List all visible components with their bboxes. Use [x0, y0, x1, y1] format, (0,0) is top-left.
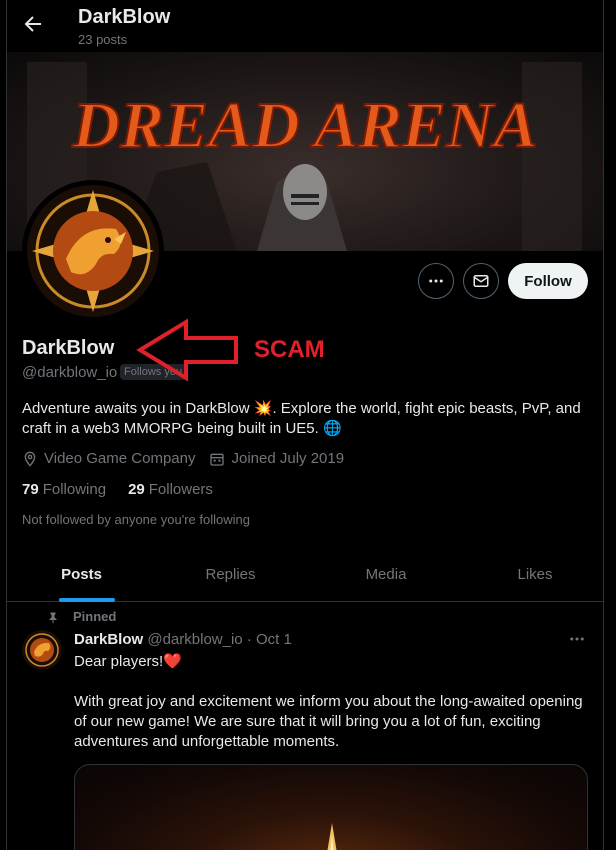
back-arrow-icon[interactable]: [21, 12, 45, 36]
envelope-icon: [473, 275, 489, 287]
dragon-logo-icon: [22, 630, 62, 670]
profile-avatar[interactable]: [22, 180, 164, 322]
joined-item: Joined July 2019: [209, 450, 344, 467]
not-followed-note: Not followed by anyone you're following: [22, 512, 250, 527]
tab-posts[interactable]: Posts: [7, 548, 156, 601]
more-options-button[interactable]: [418, 263, 454, 299]
profile-name: DarkBlow: [22, 337, 115, 359]
post-handle-date: @darkblow_io · Oct 1: [147, 631, 292, 648]
profile-meta: Video Game Company Joined July 2019: [22, 450, 358, 467]
post-more-button[interactable]: [568, 630, 586, 653]
profile-header: DarkBlow 23 posts: [7, 0, 603, 52]
profile-handle: @darkblow_io: [22, 364, 118, 381]
tab-media[interactable]: Media: [305, 548, 467, 601]
scam-annotation: SCAM: [254, 336, 325, 363]
location-pin-icon: [24, 451, 36, 467]
follow-button[interactable]: Follow: [508, 263, 588, 299]
dragon-logo-icon: [27, 185, 159, 317]
header-title: DarkBlow: [78, 6, 171, 28]
pinned-label-row: Pinned: [47, 609, 116, 624]
post-header: DarkBlow @darkblow_io · Oct 1: [74, 631, 292, 648]
following-count: 79: [22, 481, 39, 498]
profile-bio: Adventure awaits you in DarkBlow 💥. Expl…: [22, 400, 581, 437]
post-line-1: Dear players!❤️: [74, 653, 182, 670]
tab-likes[interactable]: Likes: [467, 548, 603, 601]
category-item: Video Game Company: [22, 450, 195, 467]
calendar-icon: [210, 453, 225, 466]
following-link[interactable]: 79 Following: [22, 481, 106, 498]
followers-link[interactable]: 29 Followers: [128, 481, 213, 498]
header-post-count: 23 posts: [78, 32, 128, 47]
following-label: Following: [42, 481, 107, 498]
post-media-image[interactable]: [74, 764, 588, 850]
profile-joined: Joined July 2019: [231, 450, 345, 467]
right-border: [603, 0, 604, 850]
banner-title: DREAD ARENA: [71, 89, 537, 162]
pin-icon: [49, 612, 57, 623]
more-horizontal-icon: [570, 637, 584, 641]
more-horizontal-icon: [429, 279, 443, 283]
active-tab-indicator: [59, 598, 115, 602]
profile-tabs: Posts Replies Media Likes: [7, 548, 603, 602]
scam-arrow-icon: [136, 318, 238, 382]
post-line-2: With great joy and excitement we inform …: [74, 693, 583, 750]
message-button[interactable]: [463, 263, 499, 299]
post-body: Dear players!❤️ With great joy and excit…: [74, 652, 589, 772]
follow-counts: 79 Following 29 Followers: [22, 481, 235, 498]
post-author-name[interactable]: DarkBlow: [74, 631, 143, 648]
tab-replies[interactable]: Replies: [156, 548, 305, 601]
pinned-label: Pinned: [73, 609, 117, 624]
media-art: [327, 823, 337, 850]
followers-label: Followers: [148, 481, 213, 498]
post-author-avatar[interactable]: [22, 630, 62, 670]
followers-count: 29: [128, 481, 145, 498]
profile-category: Video Game Company: [44, 450, 196, 467]
